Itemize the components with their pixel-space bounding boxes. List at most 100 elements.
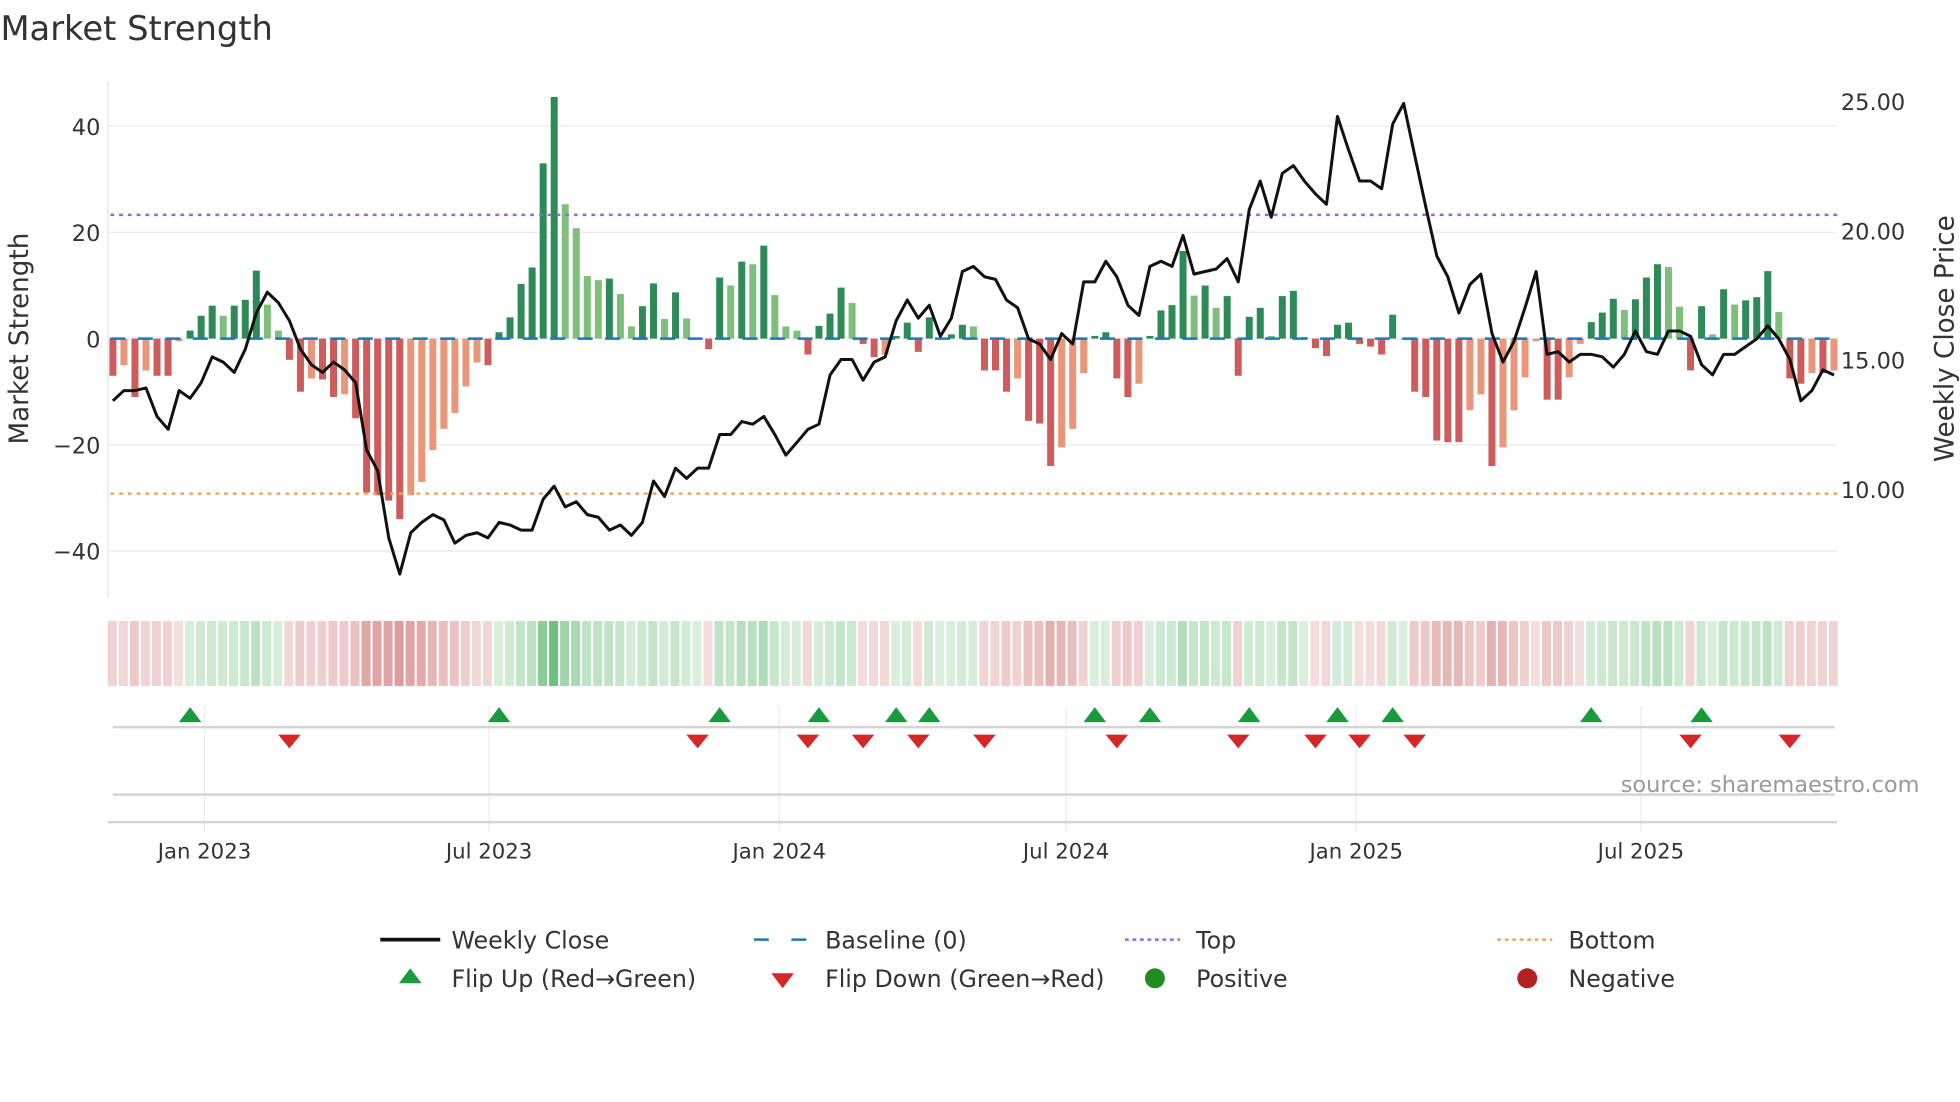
- heatmap-cell: [1122, 620, 1132, 686]
- strength-bar: [263, 304, 271, 339]
- heatmap-cell: [140, 620, 150, 686]
- heatmap-cell: [813, 620, 823, 686]
- heatmap-cell: [1144, 620, 1154, 686]
- heatmap-cell: [1762, 620, 1772, 686]
- heatmap-cell: [1023, 620, 1033, 686]
- heatmap-cell: [162, 620, 172, 686]
- flip-down-marker: [1778, 734, 1802, 749]
- heatmap-cell: [549, 620, 559, 686]
- heatmap-cell: [1266, 620, 1276, 686]
- strength-bar: [1190, 295, 1198, 339]
- strength-bar: [804, 338, 812, 355]
- heatmap-cell: [229, 620, 239, 686]
- flip-down-marker: [907, 734, 930, 749]
- strength-bar: [925, 317, 933, 339]
- heatmap-cell: [1211, 620, 1221, 686]
- strength-bar: [572, 228, 580, 339]
- strength-bar: [594, 280, 602, 339]
- heatmap-cell: [990, 620, 1000, 686]
- strength-bar: [385, 338, 393, 501]
- strength-bar: [484, 338, 492, 366]
- heatmap-cell: [449, 620, 459, 686]
- flip-down-marker: [1226, 734, 1250, 749]
- strength-bar: [1278, 296, 1286, 339]
- strength-bar: [561, 204, 569, 339]
- strength-bar: [969, 326, 977, 339]
- heatmap-cell: [306, 620, 316, 686]
- heatmap-cell: [482, 620, 492, 686]
- heatmap-cell: [1751, 620, 1761, 686]
- heatmap-cell: [670, 620, 680, 686]
- heatmap-cell: [681, 620, 691, 686]
- strength-bar: [903, 322, 911, 339]
- flip-up-marker: [1326, 707, 1349, 723]
- heatmap-cell: [262, 620, 272, 686]
- heatmap-cell: [515, 620, 525, 686]
- strength-bar: [418, 338, 426, 482]
- heatmap-cell: [1067, 620, 1077, 686]
- strength-bar: [1069, 338, 1077, 429]
- heatmap-cell: [802, 620, 812, 686]
- strength-bar: [1058, 338, 1066, 448]
- strength-bar: [1642, 277, 1650, 339]
- strength-bar: [429, 338, 437, 451]
- heatmap-cell: [1586, 620, 1596, 686]
- heatmap-cell: [891, 620, 901, 686]
- flip-up-marker: [178, 707, 202, 723]
- heatmap-cell: [1244, 620, 1254, 686]
- heatmap-cell: [593, 620, 603, 686]
- heatmap-cell: [1034, 620, 1044, 686]
- heatmap-cell: [1553, 620, 1563, 686]
- heatmap-cell: [1718, 620, 1728, 686]
- heatmap-cell: [615, 620, 625, 686]
- heatmap-cell: [1133, 620, 1143, 686]
- strength-bar: [1422, 338, 1430, 398]
- flip-down-marker: [1348, 734, 1371, 749]
- strength-bar: [131, 338, 139, 398]
- strength-bar: [815, 325, 823, 339]
- heatmap-cell: [1795, 620, 1805, 686]
- heatmap-cell: [538, 620, 548, 686]
- heatmap-cell: [1387, 620, 1397, 686]
- heatmap-cell: [736, 620, 746, 686]
- strength-bar: [1378, 338, 1386, 355]
- strength-bar: [1168, 305, 1176, 339]
- legend-label: Weekly Close: [451, 926, 609, 954]
- heatmap-cell: [1564, 620, 1574, 686]
- strength-bar: [1532, 338, 1540, 342]
- heatmap-cell: [1078, 620, 1088, 686]
- heatmap-cell: [460, 620, 470, 686]
- strength-bar: [870, 338, 878, 358]
- heatmap-cell: [1376, 620, 1386, 686]
- heatmap-cell: [1188, 620, 1198, 686]
- heatmap-cell: [1056, 620, 1066, 686]
- flip-up-marker: [708, 707, 731, 723]
- heatmap-cell: [184, 620, 194, 686]
- strength-bar: [307, 338, 315, 379]
- flip-down-marker: [1105, 734, 1129, 749]
- heatmap-cell: [747, 620, 757, 686]
- left-tick-label: 0: [86, 327, 100, 353]
- heatmap-cell: [1222, 620, 1232, 686]
- strength-bar: [164, 338, 172, 376]
- strength-bar: [1653, 264, 1661, 339]
- heatmap-cell: [1464, 620, 1474, 686]
- flip-up-marker: [487, 707, 511, 723]
- x-tick-label: Jul 2025: [1596, 839, 1684, 864]
- heatmap-cell: [361, 620, 371, 686]
- x-tick-label: Jul 2024: [1021, 839, 1109, 864]
- heatmap-cell: [471, 620, 481, 686]
- right-axis-label: Weekly Close Price: [1930, 215, 1960, 462]
- heatmap-cell: [1365, 620, 1375, 686]
- heatmap-cell: [1641, 620, 1651, 686]
- heatmap-cell: [1310, 620, 1320, 686]
- strength-bar: [914, 338, 922, 352]
- strength-bar: [1753, 297, 1761, 339]
- left-tick-label: 20: [72, 221, 101, 247]
- heatmap-cell: [1740, 620, 1750, 686]
- legend-label: Bottom: [1568, 926, 1655, 954]
- strength-bar: [749, 264, 757, 339]
- strength-bar: [661, 318, 669, 339]
- strength-bar: [1113, 338, 1121, 379]
- heatmap-cell: [1288, 620, 1298, 686]
